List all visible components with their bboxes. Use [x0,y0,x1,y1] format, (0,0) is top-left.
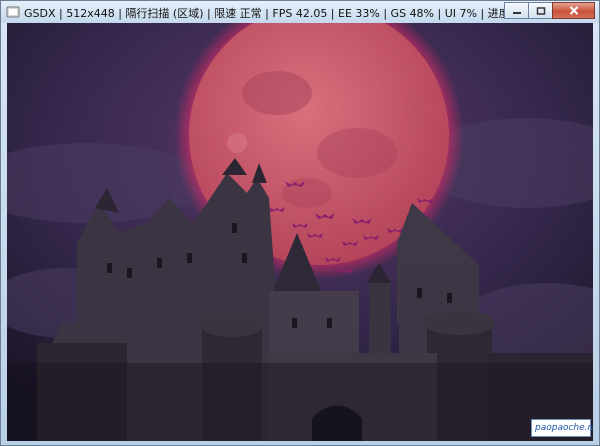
castle-moon-scene [7,23,593,441]
minimize-icon [512,11,521,14]
app-icon [6,6,20,18]
watermark: paopaoche.net [531,419,593,437]
window-controls [504,2,595,21]
minimize-button[interactable] [504,2,529,19]
game-viewport[interactable]: paopaoche.net [7,23,593,441]
close-button[interactable] [552,2,595,19]
maximize-icon [536,6,545,15]
watermark-text: paopaoche.net [535,423,593,433]
window-title: GSDX | 512x448 | 隔行扫描 (区域) | 限速 正常 | FPS… [24,7,521,20]
emulator-window: GSDX | 512x448 | 隔行扫描 (区域) | 限速 正常 | FPS… [0,0,600,446]
maximize-button[interactable] [528,2,553,19]
close-icon [569,5,578,15]
title-bar[interactable]: GSDX | 512x448 | 隔行扫描 (区域) | 限速 正常 | FPS… [1,1,599,23]
